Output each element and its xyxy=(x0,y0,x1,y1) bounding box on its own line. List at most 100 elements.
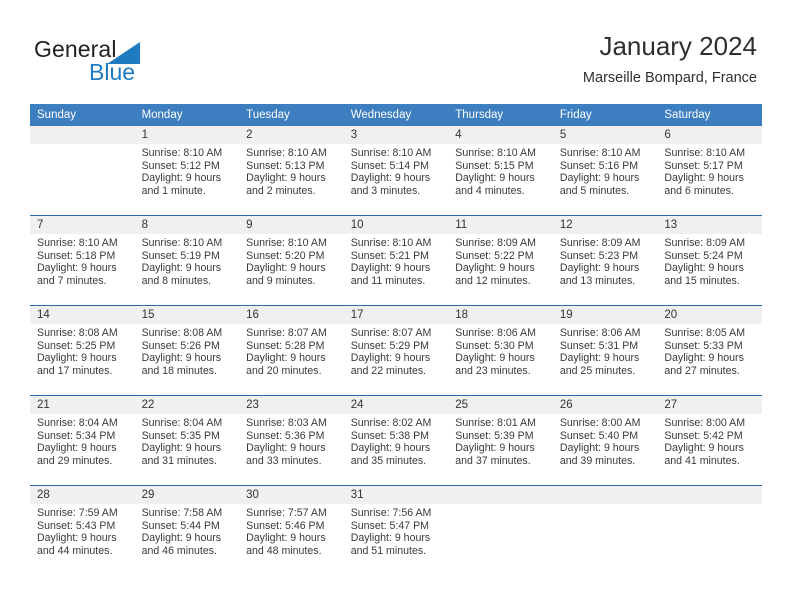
daylight-text-line1: Daylight: 9 hours xyxy=(559,352,640,365)
calendar-day-cell[interactable]: 22 Sunrise: 8:04 AM Sunset: 5:35 PM Dayligh… xyxy=(134,395,240,486)
sunrise-text: Sunrise: 7:56 AM xyxy=(350,507,432,519)
sunset-text: Sunset: 5:39 PM xyxy=(455,429,534,442)
sunrise-text: Sunrise: 8:08 AM xyxy=(37,327,118,339)
calendar-day-cell[interactable]: 15 Sunrise: 8:08 AM Sunset: 5:26 PM Dayligh… xyxy=(134,305,240,396)
sunrise-text: Sunrise: 8:00 AM xyxy=(559,417,641,429)
calendar-day-cell[interactable]: 7 Sunrise: 8:10 AM Sunset: 5:18 PM Daylight… xyxy=(30,215,762,306)
calendar-day-cell[interactable]: 13 Sunrise: 8:09 AM Sunset: 5:24 PM Dayligh… xyxy=(657,215,762,306)
day-details: Sunrise: 8:10 AM Sunset: 5:20 PM Daylight:… xyxy=(246,237,337,287)
calendar-day-cell[interactable]: 23 Sunrise: 8:03 AM Sunset: 5:36 PM Dayligh… xyxy=(239,395,344,486)
calendar-day-cell[interactable]: 3 Sunrise: 8:10 AM Sunset: 5:14 PM Daylight… xyxy=(343,126,449,216)
sunset-text: Sunset: 5:21 PM xyxy=(350,249,430,262)
calendar-cell-empty xyxy=(30,126,762,216)
sunset-text: Sunset: 5:18 PM xyxy=(37,249,116,262)
calendar-week-row: 14 Sunrise: 8:08 AM Sunset: 5:25 PM Dayligh… xyxy=(30,305,762,396)
sunrise-text: Sunrise: 8:09 AM xyxy=(559,237,641,249)
weekday-header-monday: Monday xyxy=(134,104,240,126)
calendar-week-row: 21 Sunrise: 8:04 AM Sunset: 5:34 PM Dayligh… xyxy=(30,395,762,486)
calendar-day-cell[interactable]: 18 Sunrise: 8:06 AM Sunset: 5:30 PM Dayligh… xyxy=(448,305,553,396)
day-cell-content: 28 Sunrise: 7:59 AM Sunset: 5:43 PM Dayligh… xyxy=(30,486,762,575)
calendar-day-cell[interactable]: 19 Sunrise: 8:06 AM Sunset: 5:31 PM Dayligh… xyxy=(552,305,658,396)
calendar-day-cell[interactable]: 24 Sunrise: 8:02 AM Sunset: 5:38 PM Dayligh… xyxy=(343,395,449,486)
day-details: Sunrise: 7:56 AM Sunset: 5:47 PM Daylight:… xyxy=(351,507,442,557)
calendar-body: 1 Sunrise: 8:10 AM Sunset: 5:12 PM Daylight… xyxy=(30,126,762,575)
calendar-day-cell[interactable]: 17 Sunrise: 8:07 AM Sunset: 5:29 PM Dayligh… xyxy=(343,305,449,396)
daylight-text-line2: and 2 minutes. xyxy=(246,184,316,197)
weekday-header-tuesday: Tuesday xyxy=(239,104,344,126)
daylight-text-line1: Daylight: 9 hours xyxy=(664,262,744,275)
day-details: Sunrise: 8:04 AM Sunset: 5:34 PM Daylight:… xyxy=(37,417,128,467)
daylight-text-line1: Daylight: 9 hours xyxy=(141,442,222,455)
calendar-day-cell[interactable]: 9 Sunrise: 8:10 AM Sunset: 5:20 PM Daylight… xyxy=(239,215,344,306)
calendar-day-cell[interactable]: 27 Sunrise: 8:00 AM Sunset: 5:42 PM Dayligh… xyxy=(657,395,762,486)
daylight-text-line1: Daylight: 9 hours xyxy=(37,262,117,275)
day-cell-content: 19 Sunrise: 8:06 AM Sunset: 5:31 PM Dayligh… xyxy=(553,306,658,395)
calendar-day-cell[interactable]: 14 Sunrise: 8:08 AM Sunset: 5:25 PM Dayligh… xyxy=(30,305,762,396)
calendar-day-cell[interactable]: 6 Sunrise: 8:10 AM Sunset: 5:17 PM Daylight… xyxy=(657,126,762,216)
calendar-day-cell[interactable]: 30 Sunrise: 7:57 AM Sunset: 5:46 PM Dayligh… xyxy=(239,485,344,575)
calendar-day-cell[interactable]: 20 Sunrise: 8:05 AM Sunset: 5:33 PM Dayligh… xyxy=(657,305,762,396)
daylight-text-line1: Daylight: 9 hours xyxy=(559,442,640,455)
sunrise-text: Sunrise: 8:10 AM xyxy=(141,147,223,159)
day-number: 3 xyxy=(350,129,358,141)
day-details: Sunrise: 8:10 AM Sunset: 5:16 PM Daylight:… xyxy=(560,147,651,197)
sunset-text: Sunset: 5:15 PM xyxy=(455,159,534,172)
calendar-day-cell[interactable]: 11 Sunrise: 8:09 AM Sunset: 5:22 PM Dayligh… xyxy=(448,215,553,306)
day-cell-content: 20 Sunrise: 8:05 AM Sunset: 5:33 PM Dayligh… xyxy=(657,306,762,395)
daylight-text-line2: and 23 minutes. xyxy=(455,364,531,377)
calendar-day-cell[interactable]: 2 Sunrise: 8:10 AM Sunset: 5:13 PM Daylight… xyxy=(239,126,344,216)
day-number: 17 xyxy=(350,309,364,321)
day-number: 10 xyxy=(350,219,364,231)
day-details: Sunrise: 8:06 AM Sunset: 5:31 PM Daylight:… xyxy=(560,327,651,377)
calendar-day-cell[interactable]: 29 Sunrise: 7:58 AM Sunset: 5:44 PM Dayligh… xyxy=(134,485,240,575)
daylight-text-line1: Daylight: 9 hours xyxy=(455,172,535,185)
weekday-header-friday: Friday xyxy=(552,104,658,126)
day-details: Sunrise: 8:06 AM Sunset: 5:30 PM Daylight:… xyxy=(455,327,546,377)
calendar-day-cell[interactable]: 16 Sunrise: 8:07 AM Sunset: 5:28 PM Dayligh… xyxy=(239,305,344,396)
sunrise-text: Sunrise: 7:57 AM xyxy=(246,507,327,519)
daylight-text-line2: and 39 minutes. xyxy=(559,454,636,467)
calendar-day-cell[interactable]: 1 Sunrise: 8:10 AM Sunset: 5:12 PM Daylight… xyxy=(134,126,240,216)
day-number: 16 xyxy=(246,309,259,321)
sunrise-text: Sunrise: 8:02 AM xyxy=(350,417,432,429)
calendar-day-cell[interactable]: 12 Sunrise: 8:09 AM Sunset: 5:23 PM Dayligh… xyxy=(552,215,658,306)
daylight-text-line2: and 27 minutes. xyxy=(664,364,740,377)
sunrise-text: Sunrise: 8:07 AM xyxy=(246,327,327,339)
daylight-text-line2: and 41 minutes. xyxy=(664,454,740,467)
calendar-day-cell[interactable]: 4 Sunrise: 8:10 AM Sunset: 5:15 PM Daylight… xyxy=(448,126,553,216)
day-cell-content xyxy=(553,486,658,575)
daylight-text-line1: Daylight: 9 hours xyxy=(350,352,431,365)
sunset-text: Sunset: 5:24 PM xyxy=(664,249,743,262)
calendar-day-cell[interactable]: 5 Sunrise: 8:10 AM Sunset: 5:16 PM Daylight… xyxy=(552,126,658,216)
brand-logo[interactable]: General Blue xyxy=(34,36,254,92)
sunrise-text: Sunrise: 8:09 AM xyxy=(455,237,536,249)
day-cell-content: 27 Sunrise: 8:00 AM Sunset: 5:42 PM Dayligh… xyxy=(657,396,762,485)
sunset-text: Sunset: 5:20 PM xyxy=(246,249,325,262)
sunrise-text: Sunrise: 8:05 AM xyxy=(664,327,746,339)
sunrise-text: Sunrise: 8:04 AM xyxy=(37,417,118,429)
sunset-text: Sunset: 5:40 PM xyxy=(559,429,639,442)
daylight-text-line1: Daylight: 9 hours xyxy=(246,532,326,545)
calendar-day-cell[interactable]: 21 Sunrise: 8:04 AM Sunset: 5:34 PM Dayligh… xyxy=(30,395,762,486)
daylight-text-line2: and 15 minutes. xyxy=(664,274,740,287)
calendar-day-cell[interactable]: 28 Sunrise: 7:59 AM Sunset: 5:43 PM Dayligh… xyxy=(30,485,762,575)
day-number: 26 xyxy=(559,399,573,411)
calendar-day-cell[interactable]: 8 Sunrise: 8:10 AM Sunset: 5:19 PM Daylight… xyxy=(134,215,240,306)
calendar-day-cell[interactable]: 25 Sunrise: 8:01 AM Sunset: 5:39 PM Dayligh… xyxy=(448,395,553,486)
daylight-text-line1: Daylight: 9 hours xyxy=(350,532,431,545)
day-cell-content: 1 Sunrise: 8:10 AM Sunset: 5:12 PM Daylight… xyxy=(135,126,240,215)
day-cell-content: 10 Sunrise: 8:10 AM Sunset: 5:21 PM Dayligh… xyxy=(344,216,449,305)
day-details: Sunrise: 8:07 AM Sunset: 5:29 PM Daylight:… xyxy=(351,327,442,377)
day-details: Sunrise: 8:10 AM Sunset: 5:14 PM Daylight:… xyxy=(351,147,442,197)
day-details: Sunrise: 8:08 AM Sunset: 5:25 PM Daylight:… xyxy=(37,327,128,377)
daylight-text-line1: Daylight: 9 hours xyxy=(559,172,640,185)
day-number: 21 xyxy=(37,399,50,411)
calendar-day-cell[interactable]: 10 Sunrise: 8:10 AM Sunset: 5:21 PM Dayligh… xyxy=(343,215,449,306)
daylight-text-line1: Daylight: 9 hours xyxy=(664,352,744,365)
day-details: Sunrise: 8:09 AM Sunset: 5:24 PM Daylight:… xyxy=(664,237,755,287)
day-cell-content: 9 Sunrise: 8:10 AM Sunset: 5:20 PM Daylight… xyxy=(239,216,344,305)
calendar-day-cell[interactable]: 26 Sunrise: 8:00 AM Sunset: 5:40 PM Dayligh… xyxy=(552,395,658,486)
calendar-day-cell[interactable]: 31 Sunrise: 7:56 AM Sunset: 5:47 PM Dayligh… xyxy=(343,485,449,575)
day-cell-content: 2 Sunrise: 8:10 AM Sunset: 5:13 PM Daylight… xyxy=(239,126,344,215)
sunset-text: Sunset: 5:43 PM xyxy=(37,519,116,532)
